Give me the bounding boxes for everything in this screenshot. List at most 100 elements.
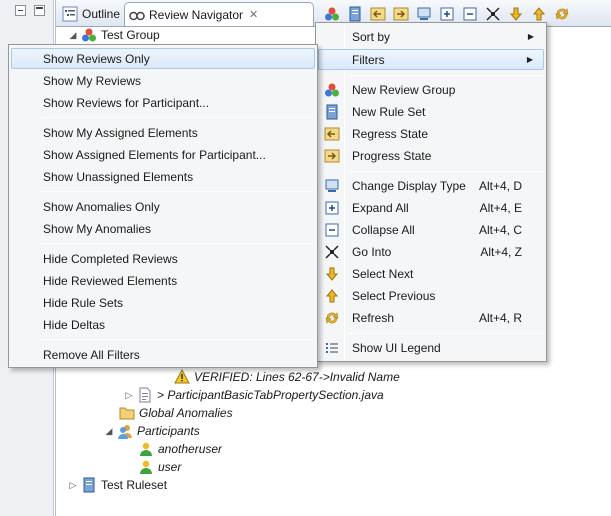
menu-item-regress-state[interactable]: Regress State	[318, 123, 544, 144]
context-menu: Sort by ▶ Filters ▶ New Review Group New…	[315, 22, 547, 362]
warning-icon	[174, 369, 190, 385]
menu-item-shortcut: Alt+4, R	[478, 310, 522, 325]
menu-item-shortcut: Alt+4, Z	[480, 244, 522, 259]
expanded-arrow-icon[interactable]: ◢	[104, 426, 114, 437]
menu-item-hide-rule-sets[interactable]: Hide Rule Sets	[11, 292, 315, 313]
menu-item-sort-by[interactable]: Sort by ▶	[318, 26, 544, 47]
review-group-icon[interactable]	[322, 4, 341, 23]
menu-item-label: Hide Reviewed Elements	[43, 273, 178, 288]
menu-item-refresh[interactable]: Refresh Alt+4, R	[318, 307, 544, 328]
tree-item-test-ruleset[interactable]: ▷ Test Ruleset	[68, 476, 167, 494]
menu-item-label: New Rule Set	[352, 104, 426, 119]
collapsed-arrow-icon[interactable]: ▷	[124, 390, 134, 401]
select-next-icon[interactable]	[506, 4, 525, 23]
tree-item-global-anomalies[interactable]: Global Anomalies	[119, 404, 233, 422]
legend-icon	[324, 340, 340, 356]
menu-item-label: Hide Completed Reviews	[43, 251, 178, 266]
select-previous-icon[interactable]	[529, 4, 548, 23]
review-group-icon	[81, 27, 97, 43]
go-into-icon	[324, 244, 340, 260]
menu-item-show-reviews-only[interactable]: Show Reviews Only	[11, 48, 315, 69]
menu-item-label: Show Reviews for Participant...	[43, 95, 210, 110]
menu-item-show-ui-legend[interactable]: Show UI Legend	[318, 337, 544, 358]
menu-item-collapse-all[interactable]: Collapse All Alt+4, C	[318, 219, 544, 240]
tree-item-java-file[interactable]: ▷ > ParticipantBasicTabPropertySection.j…	[124, 386, 384, 404]
refresh-icon[interactable]	[552, 4, 571, 23]
collapse-all-icon[interactable]	[460, 4, 479, 23]
menu-item-hide-deltas[interactable]: Hide Deltas	[11, 314, 315, 335]
menu-item-remove-all-filters[interactable]: Remove All Filters	[11, 344, 315, 365]
menu-item-label: Show Anomalies Only	[43, 199, 160, 214]
tab-review-navigator[interactable]: Review Navigator ✕	[124, 2, 314, 26]
tab-outline[interactable]: Outline	[58, 2, 124, 26]
progress-icon	[324, 148, 340, 164]
menu-item-label: Show My Assigned Elements	[43, 125, 198, 140]
display-type-icon	[324, 178, 340, 194]
tree-item-anomaly[interactable]: VERIFIED: Lines 62-67->Invalid Name	[174, 368, 400, 386]
menu-item-label: Regress State	[352, 126, 429, 141]
menu-item-shortcut: Alt+4, C	[478, 222, 522, 237]
submenu-arrow-icon: ▶	[527, 32, 534, 41]
menu-item-label: Collapse All	[352, 222, 415, 237]
menu-item-label: Hide Rule Sets	[43, 295, 124, 310]
regress-icon	[324, 126, 340, 142]
minimize-button[interactable]	[15, 5, 26, 16]
menu-item-hide-completed-reviews[interactable]: Hide Completed Reviews	[11, 248, 315, 269]
menu-item-shortcut: Alt+4, E	[479, 200, 522, 215]
collapsed-arrow-icon[interactable]: ▷	[68, 480, 78, 491]
menu-separator	[41, 243, 313, 244]
expand-all-icon	[324, 200, 340, 216]
select-previous-icon	[324, 288, 340, 304]
menu-item-go-into[interactable]: Go Into Alt+4, Z	[318, 241, 544, 262]
regress-icon[interactable]	[368, 4, 387, 23]
collapse-all-icon	[324, 222, 340, 238]
menu-item-progress-state[interactable]: Progress State	[318, 145, 544, 166]
menu-item-show-my-reviews[interactable]: Show My Reviews	[11, 70, 315, 91]
menu-item-label: Select Next	[352, 266, 414, 281]
menu-item-change-display-type[interactable]: Change Display Type Alt+4, D	[318, 175, 544, 196]
menu-item-filters[interactable]: Filters ▶	[318, 49, 544, 70]
maximize-button[interactable]	[34, 5, 45, 16]
menu-item-label: Sort by	[352, 29, 391, 44]
menu-item-show-anomalies-only[interactable]: Show Anomalies Only	[11, 196, 315, 217]
menu-item-show-reviews-for-participant[interactable]: Show Reviews for Participant...	[11, 92, 315, 113]
review-navigator-icon	[129, 7, 145, 23]
menu-item-label: Expand All	[352, 200, 409, 215]
menu-item-expand-all[interactable]: Expand All Alt+4, E	[318, 197, 544, 218]
menu-item-select-next[interactable]: Select Next	[318, 263, 544, 284]
menu-item-show-my-anomalies[interactable]: Show My Anomalies	[11, 218, 315, 239]
rule-set-icon[interactable]	[345, 4, 364, 23]
tree-item-label: > ParticipantBasicTabPropertySection.jav…	[157, 388, 384, 402]
menu-separator	[41, 191, 313, 192]
menu-separator	[348, 171, 544, 172]
view-toolbar	[322, 4, 571, 23]
close-tab-icon[interactable]: ✕	[249, 8, 258, 21]
tree-item-test-group[interactable]: ◢ Test Group	[68, 26, 160, 44]
rule-set-icon	[81, 477, 97, 493]
tree-item-label: user	[158, 460, 182, 474]
menu-item-show-my-assigned-elements[interactable]: Show My Assigned Elements	[11, 122, 315, 143]
tree-item-user[interactable]: user	[138, 458, 181, 476]
folder-icon	[119, 405, 135, 421]
menu-item-new-rule-set[interactable]: New Rule Set	[318, 101, 544, 122]
menu-item-label: Go Into	[352, 244, 392, 259]
progress-icon[interactable]	[391, 4, 410, 23]
tree-item-anotheruser[interactable]: anotheruser	[138, 440, 222, 458]
tree-item-participants[interactable]: ◢ Participants	[104, 422, 200, 440]
filters-submenu: Show Reviews Only Show My Reviews Show R…	[8, 44, 318, 368]
go-into-icon[interactable]	[483, 4, 502, 23]
menu-item-show-assigned-elements-for-participant[interactable]: Show Assigned Elements for Participant..…	[11, 144, 315, 165]
expanded-arrow-icon[interactable]: ◢	[68, 30, 78, 41]
menu-separator	[348, 333, 544, 334]
display-type-icon[interactable]	[414, 4, 433, 23]
menu-item-hide-reviewed-elements[interactable]: Hide Reviewed Elements	[11, 270, 315, 291]
tab-review-navigator-label: Review Navigator	[149, 7, 244, 22]
menu-item-label: Show Assigned Elements for Participant..…	[43, 147, 266, 162]
expand-all-icon[interactable]	[437, 4, 456, 23]
menu-item-label: Remove All Filters	[43, 347, 140, 362]
menu-item-label: Show UI Legend	[352, 340, 441, 355]
menu-item-label: Show Reviews Only	[43, 51, 150, 66]
menu-item-show-unassigned-elements[interactable]: Show Unassigned Elements	[11, 166, 315, 187]
menu-item-new-review-group[interactable]: New Review Group	[318, 79, 544, 100]
menu-item-select-previous[interactable]: Select Previous	[318, 285, 544, 306]
